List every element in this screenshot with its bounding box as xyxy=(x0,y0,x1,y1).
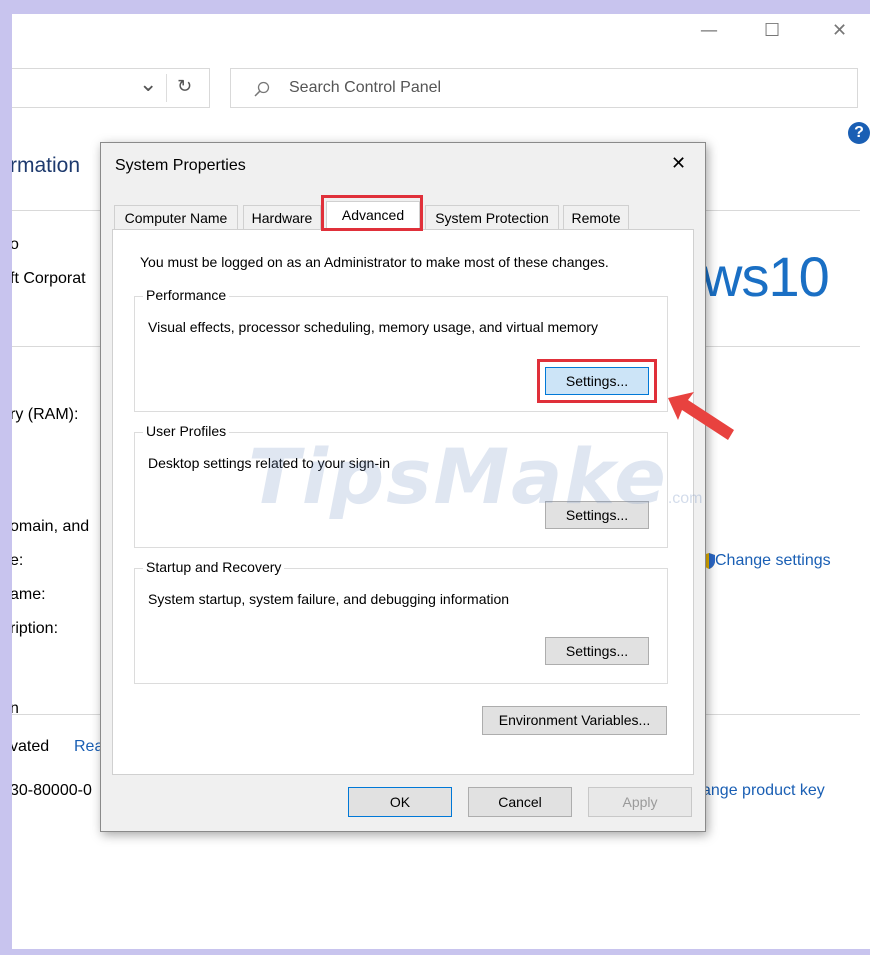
user-profiles-title: User Profiles xyxy=(143,423,230,439)
tab-computer-name[interactable]: Computer Name xyxy=(114,205,238,230)
startup-recovery-group: Startup and Recovery System startup, sys… xyxy=(134,559,668,684)
performance-group: Performance Visual effects, processor sc… xyxy=(134,287,668,412)
tab-remote[interactable]: Remote xyxy=(563,205,629,230)
divider-line xyxy=(12,714,100,715)
divider-line xyxy=(702,210,860,211)
settings-button-highlight xyxy=(537,359,657,403)
info-label: ame: xyxy=(12,586,46,603)
performance-title: Performance xyxy=(143,287,230,303)
windows-10-brand: ws10 xyxy=(702,245,830,308)
info-label: e: xyxy=(12,552,24,569)
section-title: rmation xyxy=(12,154,81,177)
info-label: ry (RAM): xyxy=(12,406,79,423)
activation-link[interactable]: Rea xyxy=(74,738,103,756)
startup-recovery-description: System startup, system failure, and debu… xyxy=(148,591,510,607)
watermark-text: TipsMake xyxy=(248,432,668,521)
change-settings-link[interactable]: Change settings xyxy=(715,552,831,570)
product-id: 30-80000-0 xyxy=(12,782,92,799)
startup-recovery-settings-button[interactable]: Settings... xyxy=(545,637,649,665)
watermark-suffix: .com xyxy=(667,490,703,507)
info-label: vated xyxy=(12,738,50,755)
info-label: ft Corporat xyxy=(12,270,86,287)
info-label: ription: xyxy=(12,620,59,637)
watermark: TipsMake.com xyxy=(248,432,703,521)
red-arrow-icon xyxy=(668,392,734,440)
advanced-tab-highlight xyxy=(321,195,423,231)
divider-line xyxy=(12,210,100,211)
close-window-button[interactable]: ✕ xyxy=(832,20,847,41)
search-input[interactable]: Search Control Panel xyxy=(289,79,441,97)
change-product-key-link[interactable]: ange product key xyxy=(702,782,825,800)
search-box[interactable]: Search Control Panel xyxy=(230,68,858,108)
address-divider xyxy=(166,74,167,102)
admin-notice: You must be logged on as an Administrato… xyxy=(140,254,609,270)
dialog-close-button[interactable]: ✕ xyxy=(671,153,686,174)
tab-system-protection[interactable]: System Protection xyxy=(425,205,559,230)
maximize-button[interactable]: ☐ xyxy=(764,20,780,41)
minimize-button[interactable]: — xyxy=(700,20,718,41)
refresh-icon[interactable]: ↻ xyxy=(177,76,192,97)
info-label: omain, and xyxy=(12,518,90,535)
performance-description: Visual effects, processor scheduling, me… xyxy=(148,319,599,335)
info-label: o xyxy=(12,236,19,253)
divider-line xyxy=(12,346,100,347)
info-label: n xyxy=(12,700,19,717)
apply-button[interactable]: Apply xyxy=(588,787,692,817)
dialog-title: System Properties xyxy=(115,157,246,174)
startup-recovery-title: Startup and Recovery xyxy=(143,559,285,575)
divider-line xyxy=(702,714,860,715)
ok-button[interactable]: OK xyxy=(348,787,452,817)
environment-variables-button[interactable]: Environment Variables... xyxy=(482,706,667,735)
help-icon[interactable]: ? xyxy=(848,122,870,144)
tab-hardware[interactable]: Hardware xyxy=(243,205,321,230)
chevron-down-icon[interactable]: ⌄ xyxy=(139,71,157,97)
divider-line xyxy=(702,346,860,347)
cancel-button[interactable]: Cancel xyxy=(468,787,572,817)
search-icon xyxy=(254,81,270,97)
address-bar[interactable]: ⌄ ↻ xyxy=(12,68,210,108)
